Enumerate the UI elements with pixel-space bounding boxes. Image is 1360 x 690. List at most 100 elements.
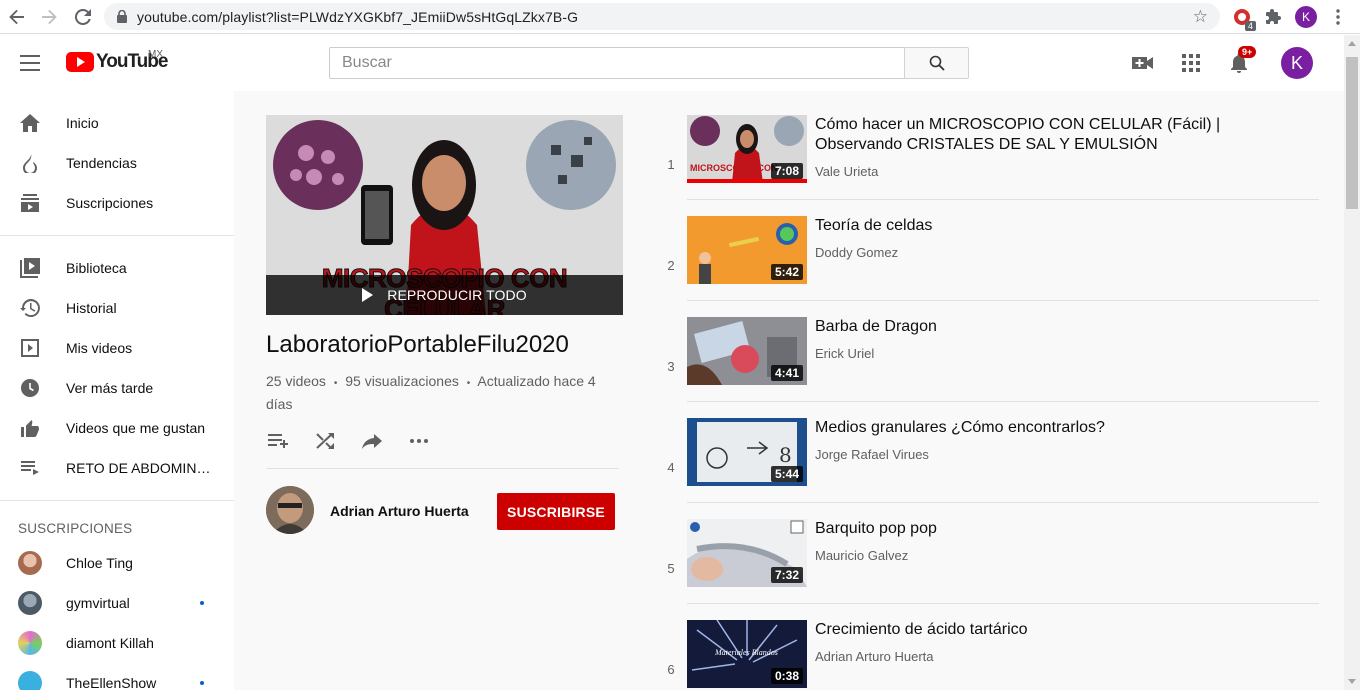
list-item[interactable]: 2 5:42 Teoría de celdas Doddy Gomez xyxy=(651,216,1344,317)
youtube-header: YouTube MX 9+ K xyxy=(0,35,1344,91)
video-title[interactable]: Medios granulares ¿Cómo encontrarlos? xyxy=(815,418,1235,438)
sidebar-item-videos-que-me-gustan[interactable]: Videos que me gustan xyxy=(0,408,234,448)
clock-icon xyxy=(20,378,40,398)
video-thumbnail[interactable]: 5:42 xyxy=(687,216,807,284)
sidebar-item-mis-videos[interactable]: Mis videos xyxy=(0,328,234,368)
video-channel[interactable]: Erick Uriel xyxy=(815,346,874,361)
search-box xyxy=(329,47,905,79)
more-actions-icon[interactable] xyxy=(407,429,431,453)
back-icon[interactable] xyxy=(6,6,28,28)
video-channel[interactable]: Adrian Arturo Huerta xyxy=(815,649,934,664)
sidebar-divider xyxy=(0,500,234,501)
subscription-item[interactable]: Chloe Ting xyxy=(0,543,234,583)
notification-count-badge: 9+ xyxy=(1238,46,1257,58)
region-label: MX xyxy=(148,49,163,60)
share-icon[interactable] xyxy=(360,429,384,453)
owner-avatar[interactable] xyxy=(266,486,314,534)
video-thumbnail[interactable]: 4:41 xyxy=(687,317,807,385)
sidebar-item-ver-mas-tarde[interactable]: Ver más tarde xyxy=(0,368,234,408)
list-item[interactable]: 3 4:41 Barba de Dragon Erick Uriel xyxy=(651,317,1344,418)
video-channel[interactable]: Doddy Gomez xyxy=(815,245,898,260)
video-title[interactable]: Teoría de celdas xyxy=(815,216,1235,236)
account-avatar[interactable]: K xyxy=(1281,47,1313,79)
video-index: 2 xyxy=(667,258,675,273)
list-item[interactable]: 1 MICROSCOPIO CON 7:08 Cómo hacer un MIC… xyxy=(651,115,1344,216)
extension-badge: 4 xyxy=(1244,21,1256,31)
list-item[interactable]: 6 Materiales Blandos 0:38 Crecimiento de… xyxy=(651,620,1344,690)
video-duration: 5:42 xyxy=(770,264,803,280)
list-divider xyxy=(687,199,1319,200)
page-scrollbar[interactable] xyxy=(1344,35,1360,690)
video-title[interactable]: Barquito pop pop xyxy=(815,519,1235,539)
profile-avatar[interactable]: K xyxy=(1294,5,1318,29)
history-icon xyxy=(20,298,40,318)
sidebar-item-biblioteca[interactable]: Biblioteca xyxy=(0,248,234,288)
video-index: 3 xyxy=(667,359,675,374)
shuffle-icon[interactable] xyxy=(313,429,337,453)
lock-icon xyxy=(115,10,129,24)
subscription-name: Chloe Ting xyxy=(66,555,133,571)
list-item[interactable]: 5 7:32 Barquito pop pop Mauricio Galvez xyxy=(651,519,1344,620)
scroll-down-arrow-icon[interactable] xyxy=(1348,679,1356,684)
search-icon xyxy=(929,55,945,71)
search-input[interactable] xyxy=(330,48,904,78)
scrollbar-thumb[interactable] xyxy=(1346,57,1358,209)
owner-name[interactable]: Adrian Arturo Huerta xyxy=(330,503,469,519)
subscription-item[interactable]: diamont Killah xyxy=(0,623,234,663)
hamburger-menu-icon[interactable] xyxy=(20,55,40,71)
search-button[interactable] xyxy=(904,47,969,79)
play-all-button[interactable]: REPRODUCIR TODO xyxy=(266,275,623,315)
address-bar[interactable]: youtube.com/playlist?list=PLWdzYXGKbf7_J… xyxy=(104,3,1220,30)
stats-separator: • xyxy=(466,378,471,389)
subscription-item[interactable]: gymvirtual xyxy=(0,583,234,623)
sidebar-item-historial[interactable]: Historial xyxy=(0,288,234,328)
subscribe-button[interactable]: SUSCRIBIRSE xyxy=(497,493,615,530)
video-duration: 7:08 xyxy=(770,163,803,179)
video-index: 6 xyxy=(667,662,675,677)
extension-icon[interactable]: 4 xyxy=(1230,5,1256,31)
play-icon xyxy=(362,288,374,302)
puzzle-icon[interactable] xyxy=(1262,5,1286,29)
sidebar-item-suscripciones[interactable]: Suscripciones xyxy=(0,183,234,223)
video-title[interactable]: Barba de Dragon xyxy=(815,317,1235,337)
subscription-item[interactable]: TheEllenShow xyxy=(0,663,234,690)
browser-toolbar: youtube.com/playlist?list=PLWdzYXGKbf7_J… xyxy=(0,0,1360,34)
subscriptions-icon xyxy=(20,193,40,213)
playlist-video-list: 1 MICROSCOPIO CON 7:08 Cómo hacer un MIC… xyxy=(651,91,1344,690)
video-title[interactable]: Crecimiento de ácido tartárico xyxy=(815,620,1235,640)
video-channel[interactable]: Vale Urieta xyxy=(815,164,878,179)
video-title[interactable]: Cómo hacer un MICROSCOPIO CON CELULAR (F… xyxy=(815,115,1235,155)
create-video-icon[interactable] xyxy=(1131,51,1155,75)
video-duration: 7:32 xyxy=(770,567,803,583)
video-channel[interactable]: Jorge Rafael Virues xyxy=(815,447,929,462)
new-content-dot xyxy=(200,601,204,605)
reload-icon[interactable] xyxy=(72,6,94,28)
sidebar-item-reto-de-abdominales[interactable]: RETO DE ABDOMINA... xyxy=(0,448,234,488)
video-thumbnail[interactable]: 7:32 xyxy=(687,519,807,587)
scroll-up-arrow-icon[interactable] xyxy=(1348,41,1356,46)
add-to-library-icon[interactable] xyxy=(266,429,290,453)
youtube-logo[interactable]: YouTube MX xyxy=(66,49,168,73)
url-text: youtube.com/playlist?list=PLWdzYXGKbf7_J… xyxy=(137,8,579,25)
thumbs-up-icon xyxy=(20,418,40,438)
notifications-bell-icon[interactable]: 9+ xyxy=(1227,46,1257,75)
channel-avatar xyxy=(18,631,42,655)
forward-icon[interactable] xyxy=(38,6,60,28)
list-item[interactable]: 4 8 5:44 Medios granulares ¿Cómo encontr… xyxy=(651,418,1344,519)
sidebar-item-tendencias[interactable]: Tendencias xyxy=(0,143,234,183)
bookmark-star-icon[interactable]: ☆ xyxy=(1193,7,1208,27)
sidebar-item-inicio[interactable]: Inicio xyxy=(0,103,234,143)
apps-grid-icon[interactable] xyxy=(1179,51,1203,75)
list-divider xyxy=(687,401,1319,402)
view-count: 95 visualizaciones xyxy=(345,373,459,389)
playlist-stats: 25 videos • 95 visualizaciones • Actuali… xyxy=(266,371,606,415)
video-thumbnail[interactable]: Materiales Blandos 0:38 xyxy=(687,620,807,688)
subscription-name: gymvirtual xyxy=(66,595,130,611)
playlist-thumbnail[interactable]: MICROSCOPIO CON CELULAR REPRODUCIR TODO xyxy=(266,115,623,315)
video-thumbnail[interactable]: 8 5:44 xyxy=(687,418,807,486)
video-channel[interactable]: Mauricio Galvez xyxy=(815,548,908,563)
kebab-menu-icon[interactable] xyxy=(1326,5,1350,29)
video-duration: 0:38 xyxy=(770,668,803,684)
subscription-name: TheEllenShow xyxy=(66,675,157,690)
video-thumbnail[interactable]: MICROSCOPIO CON 7:08 xyxy=(687,115,807,183)
